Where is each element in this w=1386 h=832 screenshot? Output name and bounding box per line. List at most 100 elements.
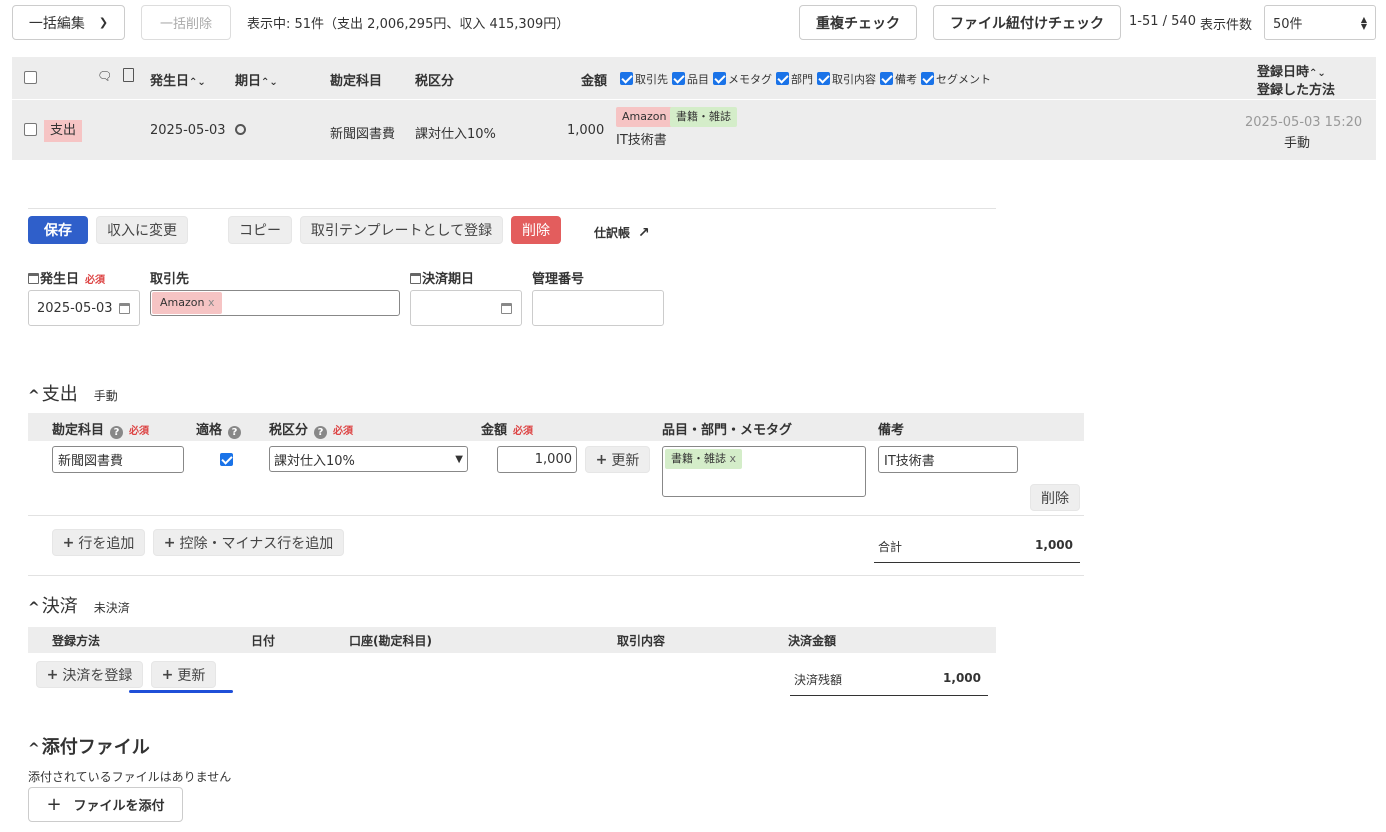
row-memo: IT技術書 bbox=[616, 133, 667, 148]
row-tax: 課対仕入10% bbox=[415, 127, 496, 142]
attachment-section-header[interactable]: ^ 添付ファイル bbox=[28, 733, 150, 759]
partner-input[interactable]: Amazon x bbox=[150, 290, 400, 316]
add-row-button[interactable]: + 行を追加 bbox=[52, 529, 145, 556]
help-icon: ? bbox=[110, 426, 124, 439]
sort-registered-at[interactable]: 登録日時⌃⌄ bbox=[1257, 61, 1326, 80]
toggle-item[interactable]: 品目 bbox=[672, 71, 709, 87]
tax-select-value: 課対仕入10% bbox=[274, 453, 355, 469]
attachment-empty-text: 添付されているファイルはありません bbox=[28, 770, 232, 784]
col-tags: 品目・部門・メモタグ bbox=[662, 423, 793, 438]
eligible-checkbox[interactable] bbox=[220, 453, 233, 466]
col-account: 勘定科目? 必須 bbox=[52, 423, 150, 439]
toggle-content[interactable]: 取引内容 bbox=[817, 71, 876, 87]
col-date: 日付 bbox=[251, 634, 276, 648]
page-size-value: 50件 bbox=[1273, 17, 1303, 32]
duplicate-check-button[interactable]: 重複チェック bbox=[799, 5, 917, 40]
row-registered-at: 2025-05-03 15:20 bbox=[1245, 115, 1363, 130]
calendar-icon bbox=[28, 273, 39, 284]
chevron-down-icon: ❯ bbox=[98, 16, 109, 29]
chevron-up-icon: ^ bbox=[28, 741, 40, 757]
col-content: 取引内容 bbox=[617, 634, 666, 648]
partner-chip: Amazon x bbox=[152, 292, 223, 314]
partner-tag: Amazon bbox=[616, 107, 673, 127]
delete-button[interactable]: 削除 bbox=[511, 216, 561, 244]
partner-label: 取引先 bbox=[150, 272, 190, 287]
issue-date-input[interactable]: 2025-05-03 bbox=[28, 290, 140, 326]
item-tag: 書籍・雑誌 bbox=[670, 107, 737, 127]
balance-label: 決済残額 bbox=[794, 673, 843, 687]
due-date-label: 決済期日 bbox=[410, 268, 474, 287]
external-link-icon: ↗ bbox=[638, 224, 650, 241]
page-size-select[interactable]: 50件 ▲ ▼ bbox=[1264, 5, 1376, 40]
amount-input[interactable]: 1,000 bbox=[497, 446, 577, 473]
save-button[interactable]: 保存 bbox=[28, 216, 88, 244]
add-minus-row-button[interactable]: + 控除・マイナス行を追加 bbox=[153, 529, 344, 556]
plus-icon: + bbox=[62, 534, 75, 551]
chevron-up-icon: ^ bbox=[28, 600, 40, 616]
plus-icon: + bbox=[161, 666, 174, 683]
divider bbox=[28, 208, 996, 209]
register-template-button[interactable]: 取引テンプレートとして登録 bbox=[300, 216, 503, 244]
divider bbox=[28, 515, 1084, 516]
header-amount: 金額 bbox=[581, 74, 608, 89]
sort-due-date[interactable]: 期日⌃⌄ bbox=[235, 70, 278, 89]
col-tax: 税区分? 必須 bbox=[269, 423, 354, 439]
issue-date-label: 発生日 必須 bbox=[28, 268, 105, 287]
change-to-income-button[interactable]: 収入に変更 bbox=[96, 216, 188, 244]
settlement-table-header bbox=[28, 627, 996, 653]
file-link-check-button[interactable]: ファイル紐付けチェック bbox=[933, 5, 1121, 40]
toggle-department[interactable]: 部門 bbox=[776, 71, 813, 87]
attachment-title: 添付ファイル bbox=[41, 737, 150, 758]
settlement-section-header[interactable]: ^ 決済 未決済 bbox=[28, 592, 130, 618]
toggle-note[interactable]: 備考 bbox=[880, 71, 917, 87]
col-settle-amount: 決済金額 bbox=[788, 634, 837, 648]
copy-button[interactable]: コピー bbox=[228, 216, 292, 244]
bulk-edit-dropdown[interactable]: 一括編集 ❯ bbox=[12, 5, 125, 40]
col-amount: 金額 必須 bbox=[481, 423, 534, 438]
calendar-icon bbox=[119, 302, 130, 314]
select-all-checkbox[interactable] bbox=[24, 71, 37, 84]
row-amount: 1,000 bbox=[567, 123, 605, 138]
toggle-partner[interactable]: 取引先 bbox=[620, 71, 668, 87]
row-date: 2025-05-03 bbox=[150, 123, 226, 138]
note-input[interactable]: IT技術書 bbox=[878, 446, 1018, 473]
issue-date-value: 2025-05-03 bbox=[37, 300, 113, 316]
add-file-button[interactable]: + ファイルを添付 bbox=[28, 787, 183, 822]
due-date-input[interactable] bbox=[410, 290, 522, 326]
plus-icon: + bbox=[46, 666, 59, 683]
settlement-subtitle: 未決済 bbox=[93, 601, 130, 615]
expense-section-header[interactable]: ^ 支出 手動 bbox=[28, 380, 118, 406]
control-number-input[interactable] bbox=[532, 290, 664, 326]
bulk-edit-label: 一括編集 bbox=[28, 15, 85, 32]
updown-icon: ▲ ▼ bbox=[1360, 14, 1367, 31]
account-input[interactable]: 新聞図書費 bbox=[52, 446, 184, 473]
delete-row-button[interactable]: 削除 bbox=[1030, 484, 1080, 511]
summary-text: 表示中: 51件（支出 2,006,295円、収入 415,309円） bbox=[247, 17, 570, 32]
register-settlement-button[interactable]: + 決済を登録 bbox=[36, 661, 143, 688]
tax-select[interactable]: 課対仕入10% ▼ bbox=[269, 446, 468, 472]
settlement-title: 決済 bbox=[41, 596, 78, 617]
header-account: 勘定科目 bbox=[330, 74, 383, 89]
journal-link[interactable]: 仕訳帳 ↗ bbox=[594, 224, 650, 241]
row-checkbox[interactable] bbox=[24, 123, 37, 136]
update-settlement-button[interactable]: + 更新 bbox=[151, 661, 216, 688]
page-size-label: 表示件数 bbox=[1200, 18, 1253, 33]
tags-input[interactable]: 書籍・雑誌 x bbox=[662, 446, 866, 497]
bulk-delete-button[interactable]: 一括削除 bbox=[141, 5, 231, 40]
update-amount-button[interactable]: + 更新 bbox=[585, 446, 650, 473]
plus-icon: + bbox=[46, 794, 62, 815]
divider bbox=[28, 575, 1084, 576]
toggle-segment[interactable]: セグメント bbox=[921, 71, 991, 87]
balance-value: 1,000 bbox=[943, 671, 981, 685]
column-toggles: 取引先 品目 メモタグ 部門 取引内容 備考 セグメント bbox=[620, 71, 991, 87]
document-icon bbox=[123, 68, 134, 82]
header-registered-method: 登録した方法 bbox=[1257, 83, 1336, 98]
sort-issue-date[interactable]: 発生日⌃⌄ bbox=[150, 70, 206, 89]
total-value: 1,000 bbox=[1035, 538, 1073, 552]
balance-underline bbox=[790, 695, 988, 696]
chevron-up-icon: ^ bbox=[28, 388, 40, 404]
remove-icon[interactable]: x bbox=[730, 452, 737, 465]
toggle-memo-tag[interactable]: メモタグ bbox=[713, 71, 772, 87]
comment-icon: 🗨 bbox=[97, 69, 113, 83]
remove-icon[interactable]: x bbox=[208, 296, 215, 309]
